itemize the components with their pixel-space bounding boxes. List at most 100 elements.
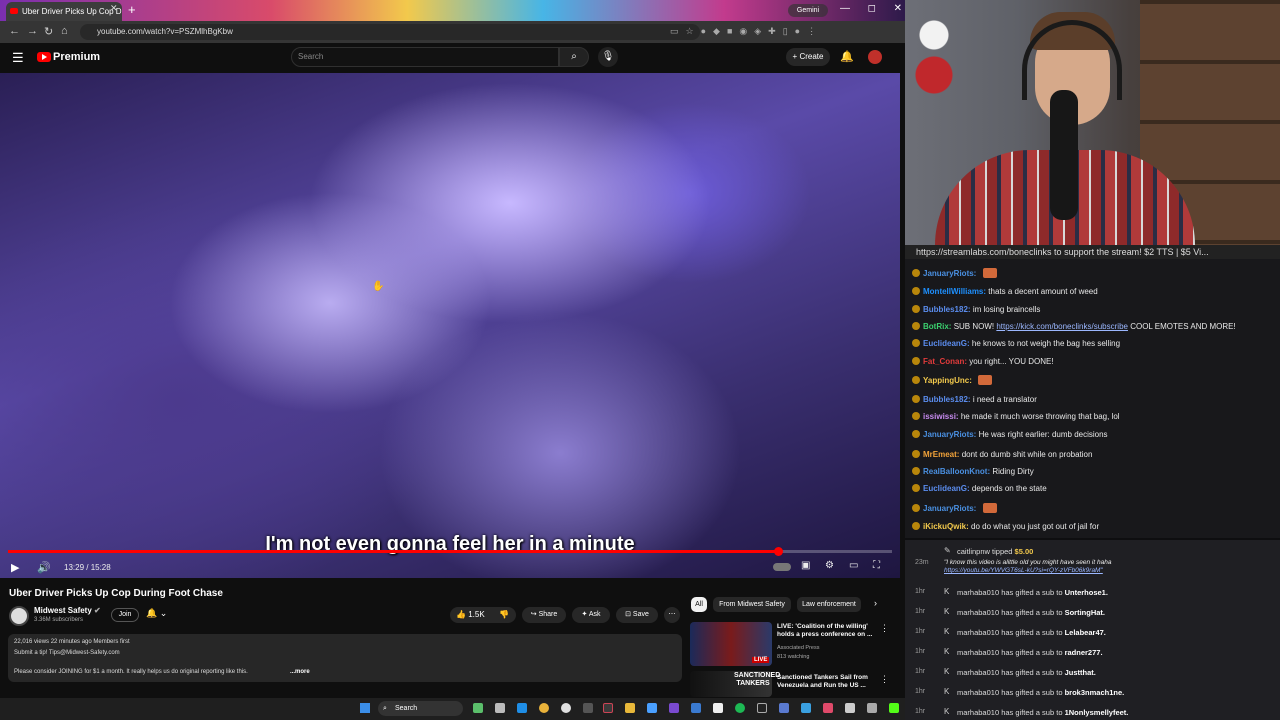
save-button[interactable]: ⊡ Save: [616, 607, 658, 623]
taskbar-app-icon[interactable]: [757, 703, 767, 713]
captions-icon[interactable]: ▣: [801, 560, 810, 571]
chat-username[interactable]: EuclideanG:: [923, 339, 970, 348]
chevron-right-icon[interactable]: ›: [874, 598, 877, 608]
share-button[interactable]: ↪ Share: [522, 607, 566, 623]
chrome-icon[interactable]: [539, 703, 549, 713]
chat-username[interactable]: RealBalloonKnot:: [923, 467, 990, 476]
kick-icon[interactable]: [889, 703, 899, 713]
subscription-bell-dropdown[interactable]: 🔔 ⌄: [146, 608, 178, 622]
tip-link[interactable]: https://youtu.be/YWVGT6sL-kU?si=rQY-zVFb…: [944, 567, 1103, 574]
chat-username[interactable]: MontellWilliams:: [923, 287, 986, 296]
chat-username[interactable]: MrEmeat:: [923, 450, 959, 459]
chat-username[interactable]: JanuaryRiots:: [923, 504, 976, 513]
chat-username[interactable]: JanuaryRiots:: [923, 430, 976, 439]
voice-search-button[interactable]: 🎙: [598, 47, 618, 67]
taskbar-app-icon[interactable]: [669, 703, 679, 713]
youtube-logo-text[interactable]: Premium: [53, 51, 100, 63]
back-icon[interactable]: ←: [9, 25, 20, 37]
video-player[interactable]: [0, 73, 900, 578]
taskbar-app-icon[interactable]: [647, 703, 657, 713]
profile-icon[interactable]: ●: [795, 26, 800, 38]
rec-channel[interactable]: Associated Press: [777, 645, 820, 651]
create-button[interactable]: + Create: [786, 48, 830, 66]
chat-username[interactable]: YappingUnc:: [923, 376, 972, 385]
chat-link[interactable]: https://kick.com/boneclinks/subscribe: [996, 322, 1128, 331]
play-icon[interactable]: ▶: [11, 561, 19, 574]
spotify-icon[interactable]: [735, 703, 745, 713]
rec-title[interactable]: Sanctioned Tankers Sail from Venezuela a…: [777, 674, 882, 690]
taskbar-app-icon[interactable]: [845, 703, 855, 713]
rec-menu-icon[interactable]: ⋮: [880, 623, 889, 634]
extension-icon[interactable]: ●: [701, 26, 706, 38]
maximize-button[interactable]: ◻: [868, 3, 876, 14]
taskbar-app-icon[interactable]: [583, 703, 593, 713]
taskbar-app-icon[interactable]: [495, 703, 505, 713]
new-tab-button[interactable]: +: [128, 2, 136, 17]
chat-username[interactable]: BotRix:: [923, 322, 951, 331]
miniplayer-icon[interactable]: ▭: [849, 560, 858, 571]
dislike-button[interactable]: 👎: [499, 610, 509, 619]
rec-menu-icon[interactable]: ⋮: [880, 674, 889, 685]
like-button[interactable]: 👍 1.5K: [456, 610, 485, 619]
extension-icon[interactable]: ◆: [713, 26, 720, 38]
chat-username[interactable]: Bubbles182:: [923, 305, 971, 314]
filter-chip-channel[interactable]: From Midwest Safety: [713, 597, 791, 612]
reload-icon[interactable]: ↻: [44, 25, 53, 38]
progress-scrubber-handle[interactable]: [773, 547, 783, 556]
taskbar-app-icon[interactable]: [713, 703, 723, 713]
channel-name[interactable]: Midwest Safety ✔: [34, 606, 101, 615]
minimize-button[interactable]: —: [840, 3, 850, 14]
extension-icon[interactable]: ◈: [754, 26, 761, 38]
chat-banner[interactable]: https://streamlabs.com/boneclinks to sup…: [905, 245, 1280, 259]
taskbar-app-icon[interactable]: [561, 703, 571, 713]
menu-dots-icon[interactable]: ⋮: [807, 26, 816, 38]
chat-username[interactable]: EuclideanG:: [923, 484, 970, 493]
notifications-bell-icon[interactable]: 🔔: [840, 50, 854, 63]
channel-avatar[interactable]: [9, 606, 29, 626]
hamburger-menu-icon[interactable]: ☰: [12, 50, 24, 66]
extension-icon[interactable]: ■: [727, 26, 732, 38]
account-avatar[interactable]: [868, 50, 882, 64]
join-button[interactable]: Join: [111, 608, 139, 622]
filter-chip-law-enforcement[interactable]: Law enforcement: [797, 597, 861, 612]
ask-button[interactable]: ✦ Ask: [572, 607, 610, 623]
taskbar-app-icon[interactable]: [779, 703, 789, 713]
puzzle-icon[interactable]: ✚: [768, 26, 776, 38]
chat-username[interactable]: Fat_Conan:: [923, 357, 967, 366]
taskbar-app-icon[interactable]: [603, 703, 613, 713]
volume-icon[interactable]: 🔊: [37, 561, 51, 574]
search-button[interactable]: ⌕: [559, 47, 589, 67]
taskbar-app-icon[interactable]: [473, 703, 483, 713]
search-input[interactable]: [291, 47, 559, 67]
extension-icon[interactable]: ◉: [739, 26, 747, 38]
taskbar-search[interactable]: ⌕ Search: [378, 701, 463, 716]
taskbar-app-icon[interactable]: [691, 703, 701, 713]
taskbar-app-icon[interactable]: [867, 703, 877, 713]
chat-username[interactable]: iKickuQwik:: [923, 522, 969, 531]
youtube-logo-icon[interactable]: [37, 52, 51, 62]
home-icon[interactable]: ⌂: [61, 25, 68, 37]
browser-tab-active[interactable]: Uber Driver Picks Up Cop Durin: [6, 2, 122, 21]
file-explorer-icon[interactable]: [625, 703, 635, 713]
rec-title[interactable]: LIVE: 'Coalition of the willing' holds a…: [777, 623, 882, 639]
autoplay-toggle[interactable]: [773, 563, 791, 571]
filter-chip-all[interactable]: All: [691, 597, 707, 612]
fullscreen-icon[interactable]: ⛶: [873, 560, 880, 571]
settings-gear-icon[interactable]: ⚙: [825, 560, 834, 571]
bookmark-star-icon[interactable]: ☆: [686, 26, 694, 38]
taskbar-app-icon[interactable]: [823, 703, 833, 713]
windows-start-icon[interactable]: [360, 703, 370, 713]
cast-icon[interactable]: ▭: [670, 26, 679, 38]
chat-username[interactable]: issiwissi:: [923, 412, 959, 421]
sidebar-icon[interactable]: ▯: [783, 26, 788, 38]
chat-username[interactable]: JanuaryRiots:: [923, 269, 976, 278]
taskbar-app-icon[interactable]: [801, 703, 811, 713]
more-actions-button[interactable]: ⋯: [664, 607, 680, 623]
close-window-button[interactable]: ✕: [894, 3, 902, 14]
chat-username[interactable]: Bubbles182:: [923, 395, 971, 404]
show-more-link[interactable]: ...more: [290, 669, 310, 675]
edge-icon[interactable]: [517, 703, 527, 713]
forward-icon[interactable]: →: [27, 25, 38, 37]
gemini-button[interactable]: Gemini: [788, 4, 828, 17]
tab-close-icon[interactable]: ✕: [110, 3, 118, 14]
